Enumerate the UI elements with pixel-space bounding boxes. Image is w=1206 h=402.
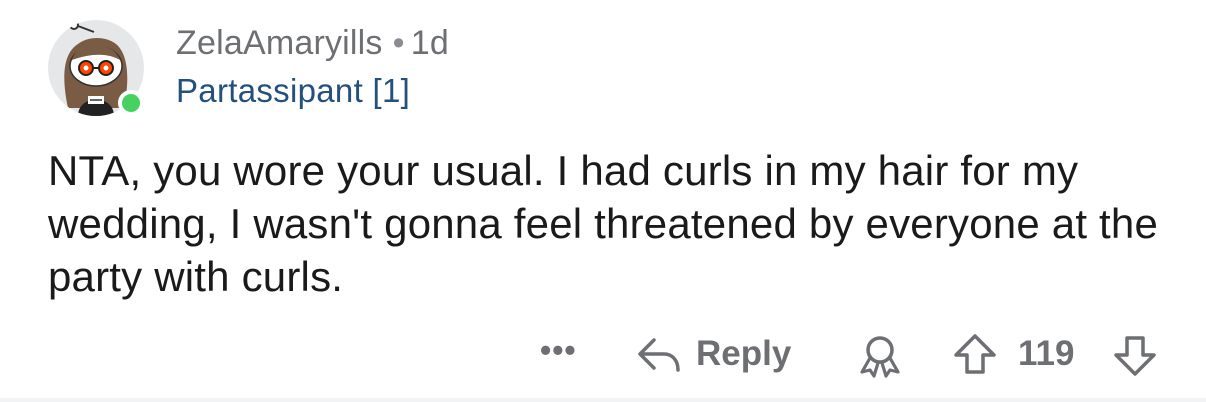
upvote-arrow-icon	[954, 334, 996, 374]
reply-arrow-icon	[638, 338, 680, 372]
user-flair: Partassipant [1]	[176, 72, 411, 109]
award-icon	[860, 336, 900, 378]
meta-separator: •	[392, 24, 405, 62]
comment-meta: ZelaAmaryills • 1d	[176, 24, 449, 63]
comment-actions: ••• Reply 119	[0, 330, 1206, 378]
more-options-button[interactable]: •••	[540, 332, 577, 369]
upvote-button[interactable]	[952, 332, 998, 381]
downvote-button[interactable]	[1112, 334, 1158, 383]
downvote-arrow-icon	[1114, 336, 1156, 376]
reply-button[interactable]: Reply	[636, 332, 791, 376]
comment-age: 1d	[410, 24, 449, 62]
online-status-indicator	[118, 90, 144, 116]
divider	[0, 398, 1206, 402]
reply-label: Reply	[696, 334, 792, 373]
award-button[interactable]	[856, 332, 904, 383]
comment-body: NTA, you wore your usual. I had curls in…	[48, 147, 1159, 300]
author-username[interactable]: ZelaAmaryills	[176, 24, 383, 62]
vote-score: 119	[1018, 334, 1075, 373]
comment: ZelaAmaryills • 1d Partassipant [1] NTA, y…	[0, 0, 1206, 402]
